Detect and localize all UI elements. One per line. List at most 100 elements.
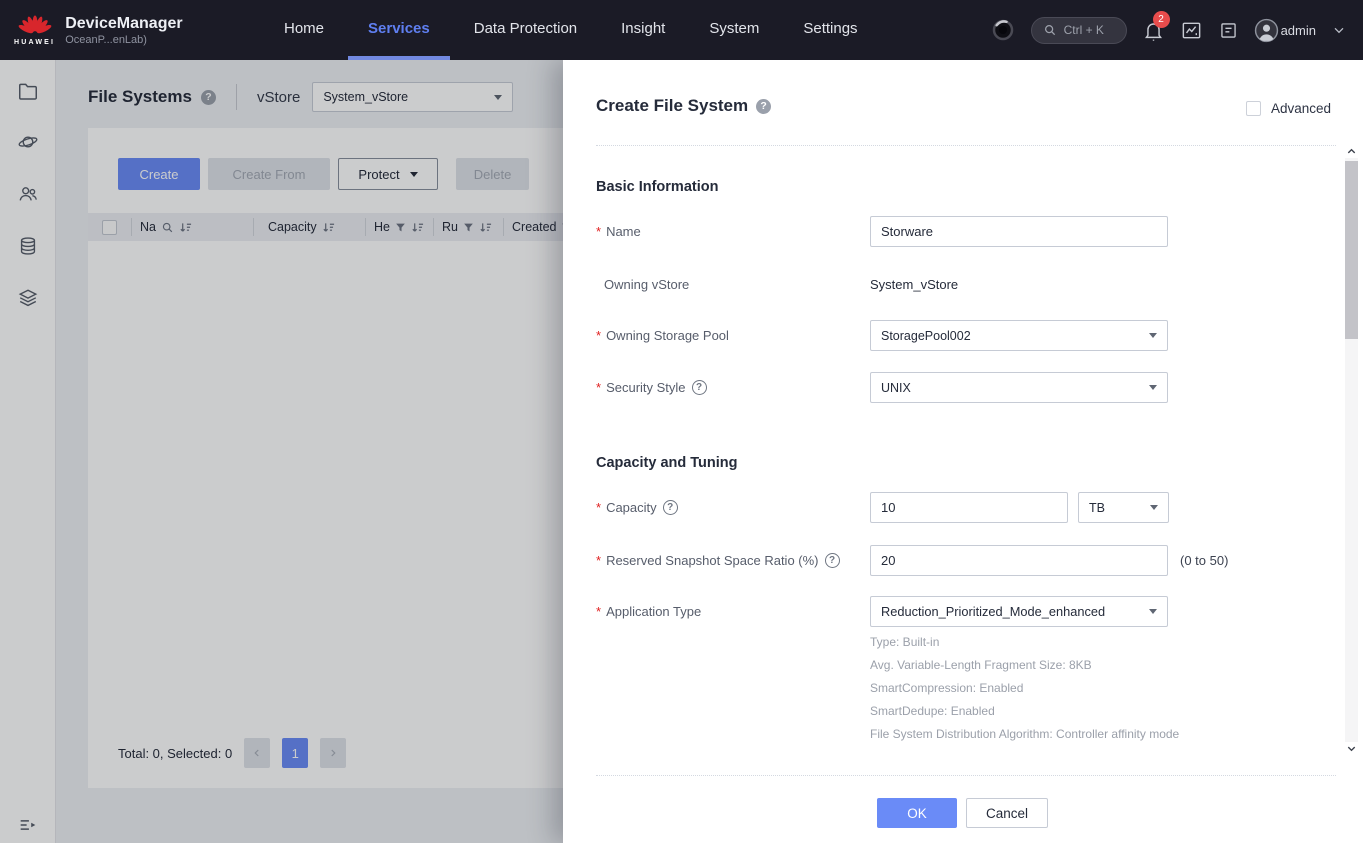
capacity-unit-select[interactable]: TB	[1078, 492, 1169, 523]
search-shortcut: Ctrl + K	[1064, 23, 1104, 37]
page-titlebar: File Systems ? vStore System_vStore	[88, 82, 513, 112]
scroll-down-button[interactable]	[1345, 742, 1358, 755]
owning-storage-pool-label: * Owning Storage Pool	[596, 320, 729, 351]
prev-page-button[interactable]	[244, 738, 270, 768]
column-filter-icon[interactable]	[463, 222, 474, 233]
nav-system[interactable]: System	[687, 0, 781, 60]
capacity-label: * Capacity ?	[596, 492, 678, 523]
topbar-actions: Ctrl + K 2	[990, 17, 1363, 44]
next-page-button[interactable]	[320, 738, 346, 768]
name-input[interactable]	[870, 216, 1168, 247]
required-star: *	[596, 553, 601, 568]
detail-distribution-algorithm: File System Distribution Algorithm: Cont…	[870, 723, 1179, 746]
vstore-select[interactable]: System_vStore	[312, 82, 513, 112]
chevron-down-icon	[1331, 22, 1347, 38]
brand: HUAWEI DeviceManager OceanP...enLab)	[0, 14, 248, 47]
select-all-checkbox[interactable]	[102, 220, 117, 235]
sidebar-expand-button[interactable]	[17, 814, 39, 836]
security-style-help-icon[interactable]: ?	[692, 380, 707, 395]
required-star: *	[596, 380, 601, 395]
left-sidebar	[0, 60, 56, 843]
scroll-up-button[interactable]	[1345, 145, 1358, 158]
column-sort-icon[interactable]	[479, 221, 492, 234]
user-menu[interactable]: admin	[1254, 18, 1316, 43]
nav-home[interactable]: Home	[262, 0, 346, 60]
separator	[596, 775, 1336, 776]
sidebar-item-resources[interactable]	[17, 235, 39, 257]
nav-settings[interactable]: Settings	[781, 0, 879, 60]
security-style-select[interactable]: UNIX	[870, 372, 1168, 403]
create-from-button[interactable]: Create From	[208, 158, 330, 190]
column-sort-icon[interactable]	[411, 221, 424, 234]
capacity-ring-icon[interactable]	[990, 17, 1016, 43]
cancel-button[interactable]: Cancel	[966, 798, 1048, 828]
caret-down-icon	[1149, 333, 1157, 338]
application-type-select[interactable]: Reduction_Prioritized_Mode_enhanced	[870, 596, 1168, 627]
scrollbar-thumb[interactable]	[1345, 161, 1358, 339]
advanced-toggle[interactable]: Advanced	[1246, 101, 1331, 116]
delete-button[interactable]: Delete	[456, 158, 529, 190]
dialog-help-icon[interactable]: ?	[756, 99, 771, 114]
create-button[interactable]: Create	[118, 158, 200, 190]
nav-data-protection[interactable]: Data Protection	[452, 0, 599, 60]
search-icon	[1043, 23, 1057, 37]
advanced-checkbox[interactable]	[1246, 101, 1261, 116]
ok-button[interactable]: OK	[877, 798, 957, 828]
sidebar-item-clients[interactable]	[17, 183, 39, 205]
alarm-badge: 2	[1153, 11, 1170, 28]
capacity-input[interactable]	[870, 492, 1068, 523]
advanced-label: Advanced	[1271, 101, 1331, 116]
caret-down-icon	[1149, 385, 1157, 390]
protect-button[interactable]: Protect	[338, 158, 438, 190]
col-running: Ru	[442, 220, 458, 234]
sidebar-item-filesystems[interactable]	[17, 80, 39, 102]
chevron-right-icon	[327, 747, 339, 759]
dialog-title: Create File System	[596, 96, 748, 116]
screen: HUAWEI DeviceManager OceanP...enLab) Hom…	[0, 0, 1363, 843]
divider	[236, 84, 237, 110]
snapshot-ratio-input[interactable]	[870, 545, 1168, 576]
section-capacity-tuning: Capacity and Tuning	[596, 455, 738, 471]
application-type-value: Reduction_Prioritized_Mode_enhanced	[881, 604, 1105, 619]
pool-selected-value: StoragePool002	[881, 329, 971, 343]
alarms-button[interactable]: 2	[1142, 19, 1165, 42]
owning-vstore-value: System_vStore	[870, 269, 958, 300]
task-list-button[interactable]	[1218, 20, 1239, 41]
username: admin	[1281, 23, 1316, 38]
device-name: OceanP...enLab)	[65, 33, 182, 47]
col-capacity: Capacity	[268, 220, 317, 234]
folder-icon	[17, 80, 39, 102]
dialog-title-row: Create File System ?	[596, 96, 771, 116]
required-star: *	[596, 604, 601, 619]
task-list-icon	[1218, 20, 1239, 41]
owning-vstore-label: Owning vStore	[596, 269, 689, 300]
user-menu-toggle[interactable]	[1331, 22, 1347, 38]
huawei-flower-icon	[16, 15, 54, 41]
database-icon	[17, 235, 39, 257]
column-filter-icon[interactable]	[395, 222, 406, 233]
chevron-left-icon	[251, 747, 263, 759]
sidebar-item-storage-pools[interactable]	[17, 287, 39, 309]
global-search[interactable]: Ctrl + K	[1031, 17, 1127, 44]
col-created: Created	[512, 220, 556, 234]
column-sort-icon[interactable]	[179, 221, 192, 234]
snapshot-ratio-help-icon[interactable]: ?	[825, 553, 840, 568]
expand-menu-icon	[17, 814, 39, 836]
performance-chart-icon	[1180, 19, 1203, 42]
users-icon	[17, 183, 39, 205]
caret-down-icon	[1149, 609, 1157, 614]
snapshot-ratio-range-hint: (0 to 50)	[1180, 553, 1228, 568]
sidebar-item-vstore[interactable]	[17, 131, 39, 153]
page-number-current[interactable]: 1	[282, 738, 308, 768]
selection-summary: Total: 0, Selected: 0	[118, 746, 232, 761]
planet-icon	[17, 131, 39, 153]
column-search-icon[interactable]	[161, 221, 174, 234]
capacity-unit-value: TB	[1089, 501, 1105, 515]
capacity-help-icon[interactable]: ?	[663, 500, 678, 515]
nav-services[interactable]: Services	[346, 0, 452, 60]
owning-storage-pool-select[interactable]: StoragePool002	[870, 320, 1168, 351]
column-sort-icon[interactable]	[322, 221, 335, 234]
nav-insight[interactable]: Insight	[599, 0, 687, 60]
page-help-icon[interactable]: ?	[201, 90, 216, 105]
performance-button[interactable]	[1180, 19, 1203, 42]
